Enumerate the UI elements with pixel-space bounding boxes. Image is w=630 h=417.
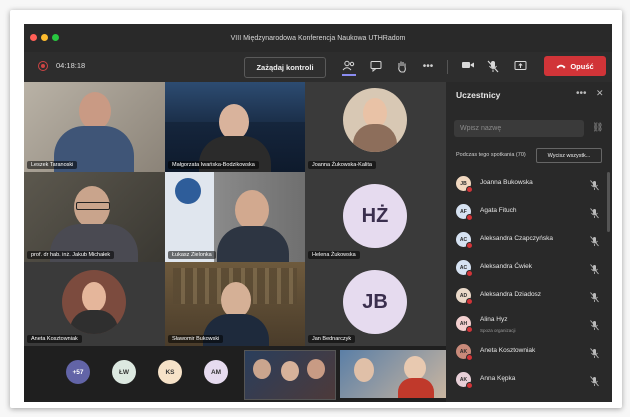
video-tile-joanna-zukowska-kalita[interactable]: Joanna Żukowska-Kalita (305, 82, 446, 172)
raise-hand-icon[interactable] (396, 60, 410, 74)
chat-icon[interactable] (370, 60, 384, 74)
panel-title: Uczestnicy (456, 90, 501, 100)
microphone-muted-icon[interactable] (590, 262, 599, 280)
participant-face (221, 282, 251, 318)
request-control-button[interactable]: Zażądaj kontroli (244, 57, 326, 78)
participants-icon[interactable] (342, 60, 356, 76)
status-badge (466, 326, 473, 333)
participant-name: Agata Fituch (480, 207, 517, 214)
phone-hangup-icon (556, 62, 566, 71)
in-meeting-section-label[interactable]: Podczas tego spotkania (70) (456, 152, 526, 159)
more-participants-count[interactable]: +57 (66, 360, 90, 384)
leave-button[interactable]: Opuść (544, 56, 606, 76)
shared-video-thumbnail-2[interactable] (340, 350, 446, 398)
participant-list-item[interactable]: JB Joanna Bukowska (454, 172, 604, 196)
participant-name-label: Joanna Żukowska-Kalita (308, 161, 376, 169)
participant-initials-avatar: HŻ (343, 184, 407, 248)
participant-list-item[interactable]: AC Aleksandra Ćwiek (454, 256, 604, 280)
mute-all-button[interactable]: Wycisz wszystk... (536, 148, 602, 163)
participant-name-label: Łukasz Zielonka (168, 251, 216, 259)
video-tile-lukasz-zielonka[interactable]: Łukasz Zielonka (165, 172, 305, 262)
microphone-muted-icon[interactable] (590, 318, 599, 336)
status-badge (466, 298, 473, 305)
participant-list-item[interactable]: AK Aneta Kosztowniak (454, 340, 604, 364)
participant-initials-avatar: JB (343, 270, 407, 334)
microphone-muted-icon[interactable] (590, 346, 599, 364)
recording-icon (38, 61, 48, 71)
share-invite-icon[interactable]: ⛓ (592, 122, 603, 133)
video-tile-jan-bednarczyk[interactable]: JB Jan Bednarczyk (305, 262, 446, 346)
meeting-timer: 04:18:18 (56, 61, 86, 70)
video-tile-helena-zukowska[interactable]: HŻ Helena Żukowska (305, 172, 446, 262)
toolbar-divider (447, 60, 448, 74)
participant-name-label: Helena Żukowska (308, 251, 360, 259)
teams-meeting-window: VIII Międzynarodowa Konferencja Naukowa … (24, 24, 612, 402)
meeting-toolbar: 04:18:18 Zażądaj kontroli ••• Opuść (24, 52, 612, 83)
participant-list-item[interactable]: AD Aleksandra Dziadosz (454, 284, 604, 308)
status-badge (466, 242, 473, 249)
participant-list-item[interactable]: AH Alina Hyz Spoza organizacji (454, 312, 604, 336)
maximize-window-button[interactable] (52, 34, 59, 41)
participant-name-label: Sławomir Bukowski (168, 335, 224, 343)
participants-panel: Uczestnicy ••• ✕ ⛓ Podczas tego spotkani… (446, 82, 612, 402)
panel-scrollbar[interactable] (607, 172, 610, 232)
participant-name-label: Małgorzata Iwańska-Bodzikowska (168, 161, 259, 169)
microphone-muted-icon[interactable] (590, 290, 599, 308)
microphone-muted-icon[interactable] (590, 234, 599, 252)
video-tile-malgorzata[interactable]: Małgorzata Iwańska-Bodzikowska (165, 82, 305, 172)
participant-name: Joanna Bukowska (480, 179, 533, 186)
status-badge (466, 354, 473, 361)
participant-list-item[interactable]: AC Aleksandra Czapczyńska (454, 228, 604, 252)
shared-video-thumbnail-1[interactable] (244, 350, 336, 400)
video-tile-jakub-michalek[interactable]: prof. dr hab. inż. Jakub Michałek (24, 172, 165, 262)
video-tile-leszek-taranoski[interactable]: Leszek Taranoski (24, 82, 165, 172)
participant-list-item[interactable]: AK Anna Kępka (454, 368, 604, 392)
overflow-avatar-lw[interactable]: ŁW (112, 360, 136, 384)
glasses-icon (76, 202, 110, 210)
status-badge (466, 270, 473, 277)
participant-search-input[interactable] (454, 120, 584, 137)
window-title: VIII Międzynarodowa Konferencja Naukowa … (230, 34, 406, 42)
participant-body (217, 226, 289, 262)
title-bar: VIII Międzynarodowa Konferencja Naukowa … (24, 24, 612, 52)
participant-name-label: prof. dr hab. inż. Jakub Michałek (27, 251, 115, 259)
close-window-button[interactable] (30, 34, 37, 41)
overflow-avatar-ks[interactable]: KS (158, 360, 182, 384)
share-screen-icon[interactable] (514, 60, 528, 74)
microphone-muted-icon[interactable] (590, 178, 599, 196)
camera-icon[interactable] (461, 60, 475, 74)
window-controls (30, 34, 59, 41)
participant-photo (343, 88, 407, 152)
panel-close-icon[interactable]: ✕ (596, 88, 604, 99)
status-badge (466, 214, 473, 221)
leave-label: Opuść (570, 61, 594, 71)
microphone-muted-icon[interactable] (590, 374, 599, 392)
participant-name-label: Jan Bednarczyk (308, 335, 356, 343)
participant-face (235, 190, 269, 230)
participant-name: Aleksandra Ćwiek (480, 263, 533, 270)
status-badge (466, 186, 473, 193)
participant-photo (62, 270, 126, 334)
microphone-muted-icon[interactable] (590, 206, 599, 224)
participant-name-label: Leszek Taranoski (27, 161, 78, 169)
participant-name: Aleksandra Dziadosz (480, 291, 542, 298)
participant-list-item[interactable]: AF Agata Fituch (454, 200, 604, 224)
participant-face (79, 92, 111, 130)
participant-subtitle: Spoza organizacji (480, 328, 516, 333)
participant-name: Anna Kępka (480, 375, 516, 382)
participant-name: Alina Hyz (480, 316, 508, 323)
minimize-window-button[interactable] (41, 34, 48, 41)
more-actions-icon[interactable]: ••• (421, 60, 435, 74)
video-tile-aneta-kosztowniak[interactable]: Aneta Kosztowniak (24, 262, 165, 346)
panel-more-options-icon[interactable]: ••• (576, 88, 587, 99)
participant-name: Aleksandra Czapczyńska (480, 235, 553, 242)
microphone-muted-icon[interactable] (487, 60, 501, 74)
overflow-avatar-am[interactable]: AM (204, 360, 228, 384)
participant-face (219, 104, 249, 140)
participant-name: Aneta Kosztowniak (480, 347, 536, 354)
video-tile-slawomir-bukowski[interactable]: Sławomir Bukowski (165, 262, 305, 346)
status-badge (466, 382, 473, 389)
university-logo-icon (175, 178, 201, 204)
participant-name-label: Aneta Kosztowniak (27, 335, 82, 343)
